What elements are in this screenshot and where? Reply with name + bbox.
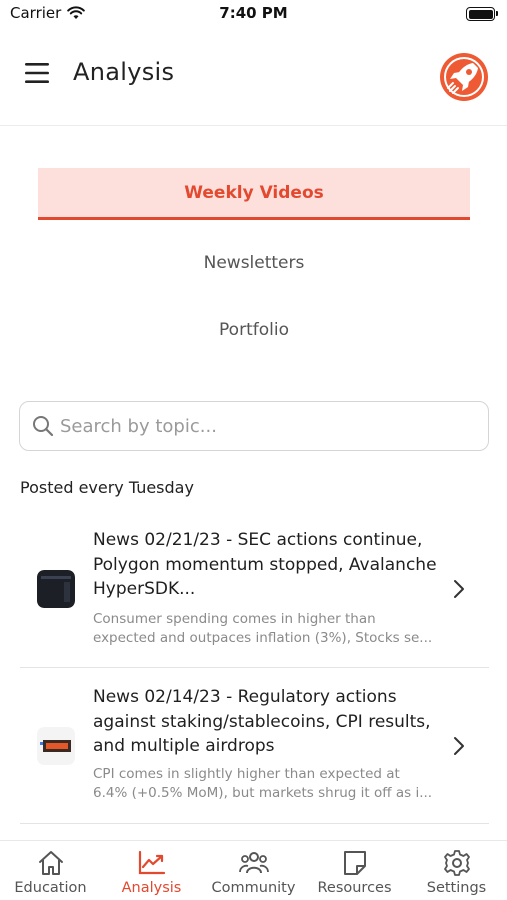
tab-portfolio[interactable]: Portfolio	[38, 305, 470, 357]
nav-label: Resources	[317, 880, 392, 896]
status-bar: Carrier 7:40 PM	[0, 0, 507, 30]
chart-line-icon	[138, 850, 166, 875]
chevron-right-icon[interactable]	[451, 578, 467, 600]
list-item[interactable]: News 02/21/23 - SEC actions continue, Po…	[20, 528, 489, 684]
video-thumbnail	[37, 727, 75, 765]
content-area: Posted every Tuesday News 02/21/23 - SEC…	[0, 378, 507, 840]
item-title: News 02/14/23 - Regulatory actions again…	[93, 687, 431, 756]
home-icon	[39, 851, 63, 875]
analysis-tabs: Weekly Videos Newsletters Portfolio	[0, 126, 507, 378]
item-description: CPI comes in slightly higher than expect…	[93, 766, 433, 801]
search-box[interactable]	[19, 401, 489, 451]
nav-label: Community	[211, 880, 296, 896]
nav-item-resources[interactable]: Resources	[304, 841, 405, 900]
app-header: Analysis	[0, 30, 507, 126]
nav-label: Analysis	[121, 880, 182, 896]
people-icon	[239, 852, 269, 874]
search-icon	[33, 416, 54, 437]
list-divider	[20, 823, 489, 824]
list-divider	[20, 667, 489, 668]
list-item[interactable]: News 02/14/23 - Regulatory actions again…	[20, 685, 489, 841]
nav-label: Education	[14, 880, 87, 896]
posting-schedule-caption: Posted every Tuesday	[20, 478, 194, 497]
tab-newsletters[interactable]: Newsletters	[38, 238, 470, 290]
search-input[interactable]	[60, 415, 460, 437]
gear-icon	[444, 850, 470, 876]
video-thumbnail	[37, 570, 75, 608]
item-description: Consumer spending comes in higher than e…	[93, 611, 433, 646]
note-icon	[344, 851, 366, 875]
nav-item-community[interactable]: Community	[203, 841, 304, 900]
tab-weekly-videos[interactable]: Weekly Videos	[38, 168, 470, 220]
nav-label: Settings	[426, 880, 487, 896]
rocket-logo-icon[interactable]	[438, 51, 490, 103]
battery-icon	[466, 7, 498, 21]
status-time: 7:40 PM	[219, 4, 288, 22]
bottom-nav: Education Analysis Community Resources S…	[0, 840, 507, 900]
page-title: Analysis	[73, 58, 175, 86]
chevron-right-icon[interactable]	[451, 735, 467, 757]
nav-item-settings[interactable]: Settings	[406, 841, 507, 900]
item-title: News 02/21/23 - SEC actions continue, Po…	[93, 530, 437, 599]
nav-item-analysis[interactable]: Analysis	[101, 841, 202, 900]
menu-icon[interactable]	[23, 60, 51, 86]
nav-item-education[interactable]: Education	[0, 841, 101, 900]
